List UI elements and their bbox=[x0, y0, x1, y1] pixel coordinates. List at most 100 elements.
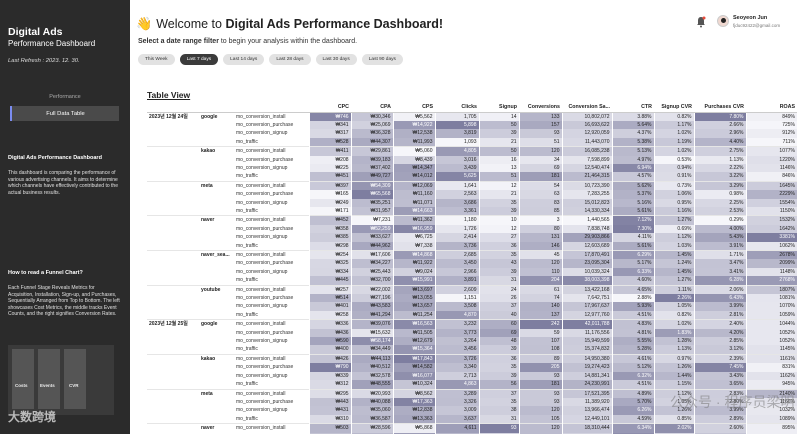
logo-text: 大数跨境 bbox=[8, 410, 57, 424]
table-row[interactable]: mo_traffic ₩528 ₩44,307 ₩11,993 1,093 21 51 11,… bbox=[147, 137, 797, 147]
cell-value: 3,450 bbox=[434, 259, 479, 268]
cell-value: 7.30% bbox=[611, 224, 654, 234]
table-row[interactable]: mo_traffic ₩400 ₩34,449 ₩15,364 3,456 39 108 15… bbox=[147, 345, 797, 355]
cell-value: ₩14,868 bbox=[392, 250, 435, 260]
cell-value: 1.02% bbox=[653, 319, 694, 329]
cell-value: 43 bbox=[478, 259, 519, 268]
row-date bbox=[147, 388, 199, 398]
date-chip-last-7-days[interactable]: Last 7 days bbox=[179, 54, 219, 65]
table-row[interactable]: mo_conversion_purchase ₩208 ₩39,183 ₩8,439 3… bbox=[147, 155, 797, 164]
row-channel bbox=[199, 156, 234, 164]
funnel-label-cvr: CVR bbox=[69, 383, 79, 388]
cell-value: ₩5,060 bbox=[392, 146, 435, 156]
cell-value: 1532% bbox=[745, 215, 797, 225]
date-chip-last-14-days[interactable]: Last 14 days bbox=[223, 54, 265, 65]
date-chip-last-28-days[interactable]: Last 28 days bbox=[269, 54, 311, 65]
cell-value: 204 bbox=[518, 276, 562, 286]
cell-value: 6.43% bbox=[693, 294, 746, 303]
table-row[interactable]: mo_traffic ₩171 ₩31,957 ₩14,663 3,361 39 85 14,… bbox=[147, 206, 797, 216]
row-campaign: mo_traffic bbox=[236, 277, 258, 284]
cell-value: 2.85% bbox=[693, 337, 746, 346]
table-row[interactable]: kakao mo_conversion_install ₩411 ₩29,861 ₩5,… bbox=[147, 146, 797, 156]
table-row[interactable]: mo_traffic ₩451 ₩49,727 ₩14,012 5,625 51 181 21… bbox=[147, 172, 797, 182]
full-data-table-button[interactable]: Full Data Table bbox=[10, 106, 119, 121]
cell-value: 89 bbox=[518, 353, 562, 364]
table-row[interactable]: mo_conversion_signup ₩334 ₩25,443 ₩9,024 2,9… bbox=[147, 267, 797, 277]
table-row[interactable]: mo_conversion_purchase ₩514 ₩27,196 ₩13,055… bbox=[147, 294, 797, 303]
table-row[interactable]: meta mo_conversion_install ₩397 ₩54,309 ₩12,… bbox=[147, 180, 797, 191]
row-date: 2023년 12월 25일 bbox=[147, 319, 199, 329]
table-row[interactable]: mo_conversion_purchase ₩436 ₩15,632 ₩11,505… bbox=[147, 328, 797, 338]
table-row[interactable]: mo_conversion_signup ₩401 ₩43,583 ₩13,657 3,… bbox=[147, 302, 797, 311]
cell-value: 15,012,823 bbox=[561, 198, 612, 207]
cell-value: 3.47% bbox=[693, 259, 746, 268]
col-header-conversion-sa[interactable]: Conversion Sa... bbox=[562, 103, 612, 113]
table-row[interactable]: mo_conversion_purchase ₩790 ₩40,512 ₩14,582… bbox=[147, 363, 797, 372]
table-row[interactable]: mo_traffic ₩258 ₩41,294 ₩11,254 4,870 40 137 12… bbox=[147, 310, 797, 320]
col-header-purchases-cvr[interactable]: Purchases CVR bbox=[694, 103, 746, 113]
cell-value: 4.81% bbox=[611, 328, 654, 338]
cell-value: ₩16,959 bbox=[392, 224, 435, 234]
cell-value: ₩12,069 bbox=[392, 180, 435, 191]
row-channel bbox=[199, 337, 234, 345]
cell-value: 1052% bbox=[745, 337, 797, 346]
cell-value: 2.88% bbox=[611, 294, 654, 303]
bell-icon[interactable] bbox=[696, 16, 706, 28]
table-row[interactable]: mo_conversion_purchase ₩165 ₩65,568 ₩11,160… bbox=[147, 190, 797, 199]
row-channel bbox=[199, 172, 234, 181]
table-row[interactable]: mo_conversion_purchase ₩325 ₩34,227 ₩11,922… bbox=[147, 259, 797, 268]
row-campaign: mo_conversion_purchase bbox=[236, 225, 294, 232]
table-row[interactable]: naver mo_conversion_install ₩452 ₩7,231 ₩11,… bbox=[147, 215, 797, 225]
col-header-clicks[interactable]: Clicks bbox=[435, 103, 479, 113]
table-row[interactable]: 2023년 12월 24일 google mo_conversion_install… bbox=[147, 111, 797, 121]
date-chip-this-week[interactable]: This Week bbox=[138, 54, 175, 65]
col-header-cps[interactable]: CPS bbox=[393, 103, 435, 113]
cell-value: 93 bbox=[518, 371, 562, 381]
cell-value: ₩32,700 bbox=[350, 276, 393, 286]
table-row[interactable]: mo_conversion_signup ₩339 ₩32,578 ₩16,077 2,… bbox=[147, 371, 797, 381]
table-row[interactable]: mo_conversion_signup ₩590 ₩58,174 ₩12,679 3,… bbox=[147, 337, 797, 346]
col-header-signup-cvr[interactable]: Signup CVR bbox=[654, 103, 694, 113]
cell-value: 56 bbox=[478, 380, 519, 389]
col-header-roas[interactable]: ROAS bbox=[746, 103, 797, 113]
data-table-container[interactable]: CPC CPA CPS Clicks Signup Conversions Conversi… bbox=[147, 103, 797, 434]
cell-value: 13,966,474 bbox=[561, 406, 612, 415]
date-chip-last-90-days[interactable]: Last 90 days bbox=[361, 54, 403, 65]
table-row[interactable]: mo_conversion_signup ₩385 ₩33,627 ₩6,725 2,4… bbox=[147, 233, 797, 242]
table-row[interactable]: mo_conversion_purchase ₩358 ₩52,259 ₩16,959… bbox=[147, 224, 797, 234]
col-header-ctr[interactable]: CTR bbox=[612, 103, 654, 113]
row-date bbox=[147, 164, 199, 172]
cell-value: ₩336 bbox=[308, 319, 351, 329]
table-row[interactable]: mo_conversion_signup ₩249 ₩35,251 ₩11,071 3,… bbox=[147, 198, 797, 207]
cell-value: 1044% bbox=[745, 319, 797, 329]
cell-value: ₩397 bbox=[308, 180, 351, 191]
col-header-signup[interactable]: Signup bbox=[479, 103, 519, 113]
col-header-cpa[interactable]: CPA bbox=[351, 103, 393, 113]
table-row[interactable]: 2023년 12월 25일 google mo_conversion_install… bbox=[147, 319, 797, 329]
cell-value: 4.65% bbox=[611, 284, 654, 295]
date-chip-last-30-days[interactable]: Last 30 days bbox=[315, 54, 357, 65]
col-header-conversions[interactable]: Conversions bbox=[519, 103, 562, 113]
cell-value: 725% bbox=[745, 120, 797, 130]
cell-value: 2678% bbox=[745, 250, 797, 260]
row-campaign: mo_conversion_signup bbox=[236, 234, 288, 241]
col-header-cpc[interactable]: CPC bbox=[309, 103, 351, 113]
table-row[interactable]: youtube mo_conversion_install ₩257 ₩22,002 ₩… bbox=[147, 284, 797, 295]
table-row[interactable]: mo_traffic ₩298 ₩44,962 ₩7,338 3,736 36 146 12,… bbox=[147, 241, 797, 251]
row-date bbox=[147, 276, 199, 285]
table-row[interactable]: mo_conversion_purchase ₩341 ₩25,069 ₩14,922… bbox=[147, 120, 797, 130]
table-row[interactable]: mo_conversion_signup ₩317 ₩36,328 ₩12,538 3,… bbox=[147, 129, 797, 138]
table-row[interactable]: naver_sea... mo_conversion_install ₩254 ₩17… bbox=[147, 250, 797, 260]
table-row[interactable]: mo_traffic ₩310 ₩36,587 ₩13,363 3,637 31 105 12… bbox=[147, 414, 797, 424]
cell-value: 4,611 bbox=[434, 423, 479, 433]
row-date bbox=[147, 337, 199, 345]
cell-value: 1.28% bbox=[653, 337, 694, 346]
table-row[interactable]: mo_conversion_signup ₩225 ₩37,402 ₩14,347 3,… bbox=[147, 163, 797, 173]
table-row[interactable]: mo_traffic ₩312 ₩48,555 ₩10,324 4,863 56 181 24… bbox=[147, 380, 797, 389]
avatar[interactable] bbox=[717, 15, 729, 27]
table-row[interactable]: kakao mo_conversion_install ₩426 ₩44,113 ₩17… bbox=[147, 353, 797, 364]
cell-value: 3,289 bbox=[434, 388, 479, 398]
table-row[interactable]: naver mo_conversion_install ₩503 ₩28,596 ₩5,… bbox=[147, 423, 797, 433]
user-email: fjduc92422@gmail.com bbox=[733, 23, 781, 28]
table-row[interactable]: mo_traffic ₩445 ₩32,700 ₩15,991 3,891 31 204 38… bbox=[147, 276, 797, 286]
